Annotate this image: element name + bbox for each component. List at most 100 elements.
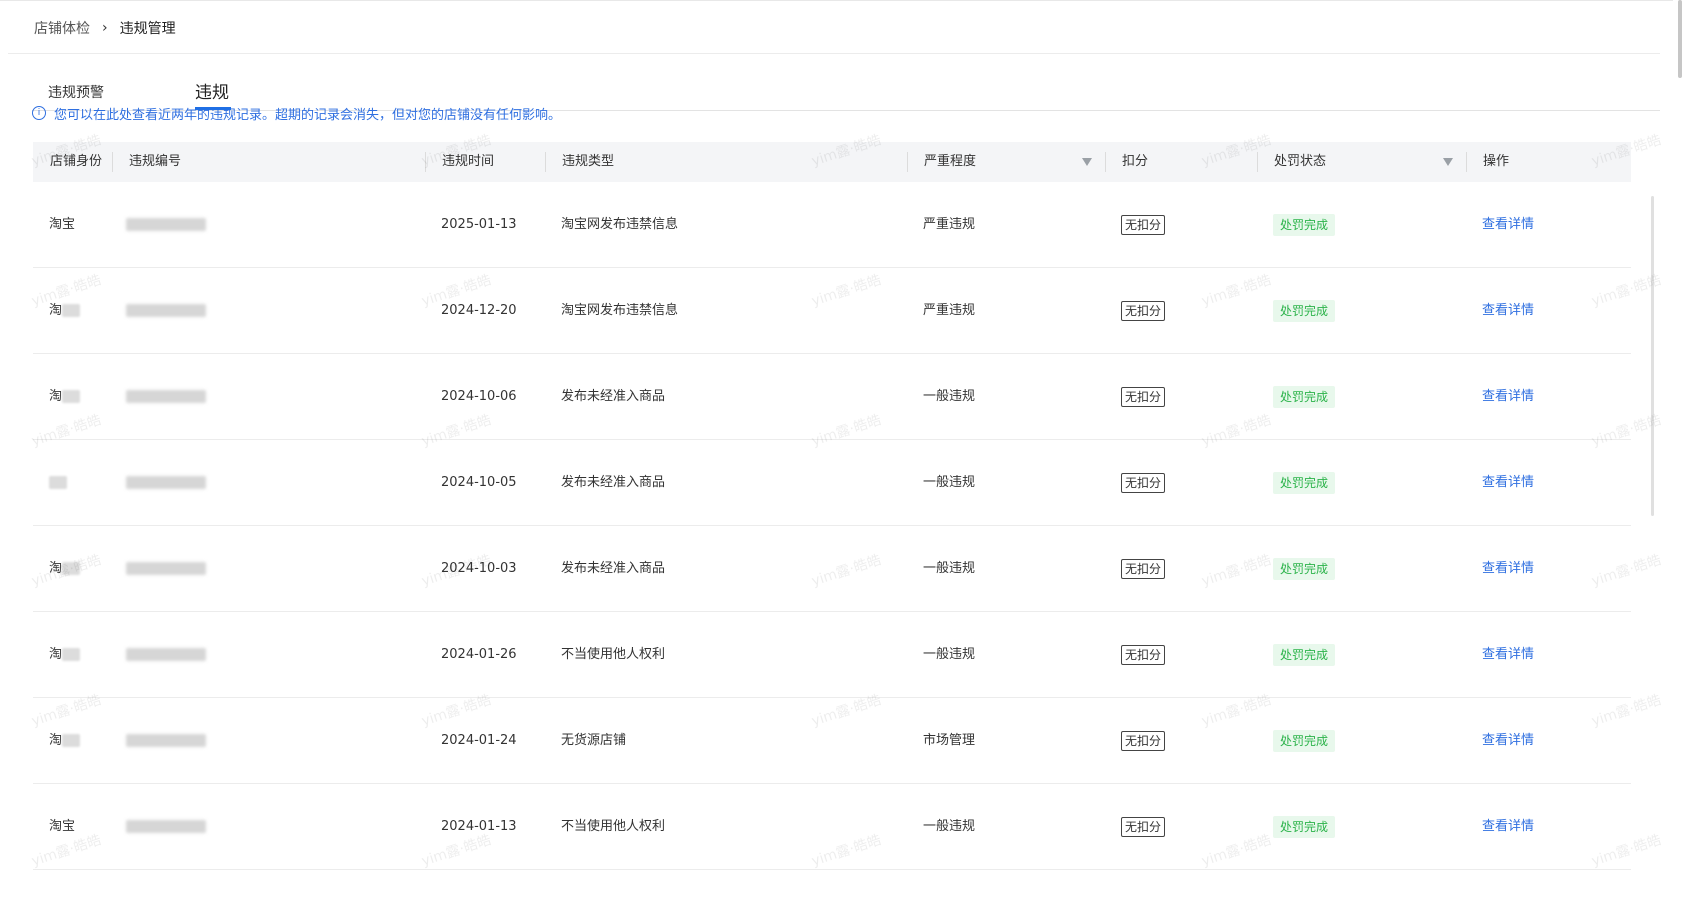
cell-id-redacted [126,268,206,353]
cell-identity: 淘 [49,354,81,439]
table-header: 店铺身份 违规编号 违规时间 违规类型 严重程度 扣分 处罚状态 操作 [33,142,1631,182]
deduct-tag: 无扣分 [1121,644,1166,665]
page-scrollbar-thumb[interactable] [1678,0,1682,78]
cell-date: 2024-10-03 [441,561,517,576]
view-details-link[interactable]: 查看详情 [1482,268,1534,353]
breadcrumb-divider [8,53,1660,54]
table-row: 淘 2024-01-24 无货源店铺 市场管理 无扣分 处罚完成 查看详情 [33,698,1631,784]
table-scrollbar[interactable] [1651,196,1654,516]
deduct-tag: 无扣分 [1121,386,1166,407]
table-row: 淘 2024-10-06 发布未经准入商品 一般违规 无扣分 处罚完成 查看详情 [33,354,1631,440]
cell-deduct: 无扣分 [1121,612,1166,697]
cell-deduct: 无扣分 [1121,268,1166,353]
cell-date: 2025-01-13 [441,217,517,232]
top-border [0,0,1685,1]
status-badge: 处罚完成 [1273,299,1336,322]
header-divider [425,152,426,172]
violation-table: 店铺身份 违规编号 违规时间 违规类型 严重程度 扣分 处罚状态 操作 淘宝 2… [33,142,1631,870]
cell-id-redacted [126,182,206,267]
view-details-link[interactable]: 查看详情 [1482,354,1534,439]
cell-id-redacted [126,784,206,869]
breadcrumb: 店铺体检 › 违规管理 [34,17,176,39]
deduct-tag: 无扣分 [1121,300,1166,321]
header-divider [1105,152,1106,172]
header-status: 处罚状态 [1274,154,1327,169]
cell-type: 不当使用他人权利 [561,819,666,834]
status-badge: 处罚完成 [1273,471,1336,494]
cell-identity: 淘 [49,268,81,353]
header-deduct: 扣分 [1122,154,1149,169]
cell-type: 不当使用他人权利 [561,647,666,662]
breadcrumb-current: 违规管理 [119,21,176,37]
table-row: 淘 2024-01-26 不当使用他人权利 一般违规 无扣分 处罚完成 查看详情 [33,612,1631,698]
cell-severity: 一般违规 [923,819,976,834]
cell-status: 处罚完成 [1273,784,1336,869]
severity-filter-icon[interactable] [1082,158,1092,166]
deduct-tag: 无扣分 [1121,816,1166,837]
status-badge: 处罚完成 [1273,729,1336,752]
tab-violation-warning[interactable]: 违规预警 [48,82,104,102]
header-divider [1257,152,1258,172]
cell-identity: 淘 [49,612,81,697]
cell-id-redacted [126,612,206,697]
cell-status: 处罚完成 [1273,698,1336,783]
cell-id-redacted [126,526,206,611]
cell-severity: 市场管理 [923,733,976,748]
view-details-link[interactable]: 查看详情 [1482,526,1534,611]
status-badge: 处罚完成 [1273,815,1336,838]
header-id: 违规编号 [129,154,182,169]
status-filter-icon[interactable] [1443,158,1453,166]
table-row: 淘宝 2025-01-13 淘宝网发布违禁信息 严重违规 无扣分 处罚完成 查看… [33,182,1631,268]
cell-type: 发布未经准入商品 [561,475,666,490]
view-details-link[interactable]: 查看详情 [1482,440,1534,525]
header-time: 违规时间 [442,154,495,169]
view-details-link[interactable]: 查看详情 [1482,612,1534,697]
cell-deduct: 无扣分 [1121,526,1166,611]
cell-severity: 严重违规 [923,303,976,318]
deduct-tag: 无扣分 [1121,214,1166,235]
active-tab-indicator [195,107,231,110]
cell-date: 2024-01-26 [441,647,517,662]
notice-text: 您可以在此处查看近两年的违规记录。超期的记录会消失，但对您的店铺没有任何影响。 [54,108,562,123]
header-action: 操作 [1483,154,1510,169]
header-divider [545,152,546,172]
cell-type: 发布未经准入商品 [561,389,666,404]
cell-deduct: 无扣分 [1121,440,1166,525]
cell-status: 处罚完成 [1273,182,1336,267]
cell-id-redacted [126,698,206,783]
status-badge: 处罚完成 [1273,213,1336,236]
cell-severity: 一般违规 [923,389,976,404]
table-row: 淘宝 2024-01-13 不当使用他人权利 一般违规 无扣分 处罚完成 查看详… [33,784,1631,870]
view-details-link[interactable]: 查看详情 [1482,784,1534,869]
header-divider [112,152,113,172]
deduct-tag: 无扣分 [1121,730,1166,751]
cell-status: 处罚完成 [1273,268,1336,353]
page-scrollbar-track[interactable] [1673,0,1685,905]
cell-date: 2024-01-13 [441,819,517,834]
cell-severity: 一般违规 [923,475,976,490]
breadcrumb-parent[interactable]: 店铺体检 [34,18,90,38]
cell-type: 无货源店铺 [561,733,627,748]
cell-identity: 淘宝 [49,217,76,232]
cell-deduct: 无扣分 [1121,698,1166,783]
cell-severity: 一般违规 [923,561,976,576]
notice-banner: i 您可以在此处查看近两年的违规记录。超期的记录会消失，但对您的店铺没有任何影响… [32,105,561,123]
cell-identity [49,440,67,525]
cell-status: 处罚完成 [1273,354,1336,439]
cell-identity: 淘 [49,526,81,611]
cell-identity: 淘宝 [49,819,76,834]
deduct-tag: 无扣分 [1121,472,1166,493]
header-divider [907,152,908,172]
cell-status: 处罚完成 [1273,440,1336,525]
tab-violation[interactable]: 违规 [195,78,229,103]
cell-date: 2024-01-24 [441,733,517,748]
cell-type: 发布未经准入商品 [561,561,666,576]
view-details-link[interactable]: 查看详情 [1482,182,1534,267]
table-row: 淘 2024-10-03 发布未经准入商品 一般违规 无扣分 处罚完成 查看详情 [33,526,1631,612]
cell-id-redacted [126,440,206,525]
cell-deduct: 无扣分 [1121,784,1166,869]
view-details-link[interactable]: 查看详情 [1482,698,1534,783]
header-divider [1466,152,1467,172]
header-identity: 店铺身份 [50,154,103,169]
table-row: 2024-10-05 发布未经准入商品 一般违规 无扣分 处罚完成 查看详情 [33,440,1631,526]
